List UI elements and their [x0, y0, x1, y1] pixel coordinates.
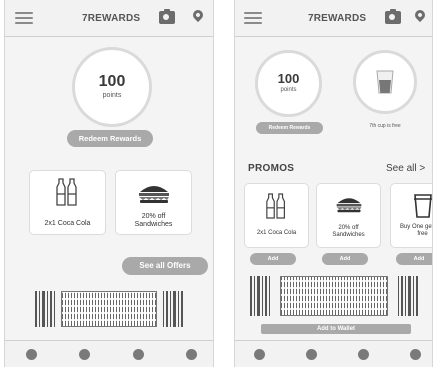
points-value: 100: [98, 73, 126, 90]
app-title: 7REWARDS: [82, 13, 141, 24]
promo-label: Buy One get one free: [399, 224, 433, 237]
camera-icon[interactable]: [385, 9, 401, 24]
points-label: points: [102, 92, 122, 99]
nav-dot-icon[interactable]: [254, 349, 265, 360]
promo-card-coca-cola[interactable]: 2x1 Coca Cola: [244, 183, 309, 248]
offer-card-sandwiches[interactable]: 20% off Sandwiches: [115, 170, 192, 235]
promo-card-sandwiches[interactable]: 20% off Sandwiches: [316, 183, 381, 248]
points-circle: 100 points: [72, 47, 152, 127]
nav-dot-icon[interactable]: [306, 349, 317, 360]
phone-screen-promos: 7REWARDS 100 points Redeem Rewards 7th c…: [234, 0, 433, 367]
hamburger-icon[interactable]: [244, 12, 262, 24]
nav-dot-icon[interactable]: [133, 349, 144, 360]
nav-dot-icon[interactable]: [186, 349, 197, 360]
soda-bottles-icon: [55, 178, 77, 206]
points-circle: 100 points: [255, 50, 322, 117]
points-value: 100: [277, 71, 300, 86]
cup-icon: [376, 70, 394, 94]
nav-dot-icon[interactable]: [26, 349, 37, 360]
bottom-nav: [235, 340, 432, 367]
redeem-rewards-button[interactable]: Redeem Rewards: [67, 130, 153, 147]
cup-icon: [413, 194, 432, 218]
add-button[interactable]: Add: [250, 253, 296, 265]
camera-icon[interactable]: [159, 9, 175, 24]
promos-title: PROMOS: [248, 163, 295, 174]
hamburger-icon[interactable]: [15, 12, 33, 24]
add-button[interactable]: Add: [396, 253, 432, 265]
promo-label: 20% off Sandwiches: [332, 225, 365, 238]
promo-label: 2x1 Coca Cola: [256, 230, 297, 236]
location-pin-icon[interactable]: [412, 7, 428, 23]
sandwich-icon: [138, 186, 169, 203]
app-title: 7REWARDS: [308, 13, 367, 24]
soda-bottles-icon: [265, 193, 285, 219]
nav-dot-icon[interactable]: [79, 349, 90, 360]
phone-screen-main: 7REWARDS 100 points Redeem Rewards 2x1 C…: [4, 0, 214, 367]
see-all-offers-button[interactable]: See all Offers: [122, 257, 208, 275]
offer-label: 2x1 Coca Cola: [44, 220, 91, 227]
add-to-wallet-button[interactable]: Add to Wallet: [261, 324, 411, 334]
offer-card-coca-cola[interactable]: 2x1 Coca Cola: [29, 170, 106, 235]
bottom-nav: [5, 340, 213, 367]
offer-label: 20% off Sandwiches: [134, 213, 173, 229]
coffee-stamp-circle: [353, 50, 417, 114]
promo-card-buy-one[interactable]: Buy One get one free: [390, 183, 433, 248]
redeem-rewards-button[interactable]: Redeem Rewards: [256, 122, 323, 134]
cup-caption: 7th cup is free: [369, 123, 401, 129]
points-label: points: [280, 87, 297, 93]
nav-dot-icon[interactable]: [410, 349, 421, 360]
add-button[interactable]: Add: [322, 253, 368, 265]
nav-dot-icon[interactable]: [358, 349, 369, 360]
top-bar: 7REWARDS: [5, 0, 213, 37]
barcode: [35, 291, 183, 327]
top-bar: 7REWARDS: [235, 0, 432, 37]
sandwich-icon: [336, 198, 361, 213]
barcode: [250, 276, 418, 316]
see-all-link[interactable]: See all >: [386, 163, 425, 174]
location-pin-icon[interactable]: [190, 7, 206, 23]
